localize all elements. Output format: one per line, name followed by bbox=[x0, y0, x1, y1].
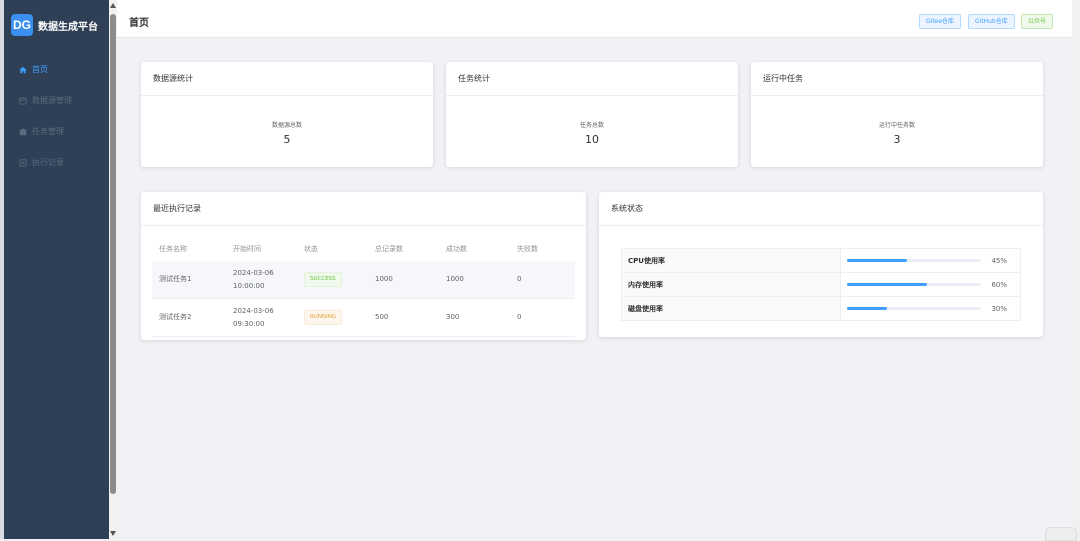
card-title: 运行中任务 bbox=[751, 62, 1043, 96]
metric-value: 45% bbox=[840, 248, 1021, 273]
header-bar: 首页 Gitee仓库 GitHub仓库 公众号 bbox=[117, 0, 1080, 38]
stat-label: 任务总数 bbox=[579, 122, 604, 129]
metric-row: 磁盘使用率 30% bbox=[621, 296, 1021, 321]
table-row[interactable]: 测试任务1 2024-03-06 10:00:00 SUCCESS 1000 10… bbox=[152, 261, 575, 299]
stat-value: 3 bbox=[893, 133, 901, 146]
fail-count: 0 bbox=[510, 298, 575, 337]
page-title: 首页 bbox=[129, 18, 149, 29]
metric-label: 内存使用率 bbox=[621, 272, 841, 297]
success-count: 1000 bbox=[439, 261, 510, 299]
stat-label: 运行中任务数 bbox=[878, 122, 915, 129]
task-name: 测试任务2 bbox=[152, 298, 226, 337]
metric-percent: 60% bbox=[991, 280, 1007, 289]
metric-value: 30% bbox=[840, 296, 1021, 321]
card-title: 系统状态 bbox=[599, 192, 1043, 226]
column-header: 任务名称 bbox=[159, 245, 187, 253]
task-name: 测试任务1 bbox=[152, 261, 226, 299]
sidebar-item-records[interactable]: 执行记录 bbox=[4, 147, 109, 178]
sidebar-item-tasks[interactable]: 任务管理 bbox=[4, 116, 109, 147]
start-date: 2024-03-06 bbox=[233, 306, 274, 315]
metric-percent: 45% bbox=[991, 256, 1007, 265]
system-status-card: 系统状态 CPU使用率 45% 内存使用率 60% 磁盘使用率 30% bbox=[599, 192, 1043, 337]
table-header-row: 任务名称 开始时间 状态 总记录数 成功数 失败数 bbox=[152, 237, 575, 261]
sidebar-menu: 首页 数据源管理 任务管理 执行记录 bbox=[4, 54, 109, 178]
metric-percent: 30% bbox=[991, 304, 1007, 313]
status-badge: RUNNING bbox=[304, 310, 343, 325]
database-icon bbox=[18, 96, 27, 105]
status-badge: SUCCESS bbox=[304, 272, 342, 287]
start-date: 2024-03-06 bbox=[233, 268, 274, 277]
scroll-up-icon[interactable] bbox=[110, 3, 116, 8]
progress-fill bbox=[847, 259, 908, 262]
page-scrollbar[interactable] bbox=[1072, 0, 1080, 539]
progress-bar bbox=[847, 307, 981, 310]
column-header: 开始时间 bbox=[233, 245, 261, 253]
start-time: 2024-03-06 09:30:00 bbox=[226, 298, 297, 337]
metric-label: CPU使用率 bbox=[621, 248, 841, 273]
github-link[interactable]: GitHub仓库 bbox=[968, 14, 1015, 29]
home-icon bbox=[18, 65, 27, 74]
stat-value: 5 bbox=[283, 133, 291, 146]
sidebar-item-label: 任务管理 bbox=[32, 127, 64, 136]
scrollbar-thumb[interactable] bbox=[110, 14, 116, 494]
gitee-link[interactable]: Gitee仓库 bbox=[919, 14, 962, 29]
stat-card-running: 运行中任务 运行中任务数 3 bbox=[751, 62, 1043, 167]
card-title: 数据源统计 bbox=[141, 62, 433, 96]
total-count: 500 bbox=[368, 298, 439, 337]
start-clock: 10:00:00 bbox=[233, 281, 265, 290]
stat-value: 10 bbox=[585, 133, 599, 146]
metric-label: 磁盘使用率 bbox=[621, 296, 841, 321]
brand-name: 数据生成平台 bbox=[38, 21, 98, 33]
sidebar-item-label: 执行记录 bbox=[32, 158, 64, 167]
wechat-link[interactable]: 公众号 bbox=[1021, 14, 1054, 29]
start-time: 2024-03-06 10:00:00 bbox=[226, 261, 297, 299]
column-header: 总记录数 bbox=[375, 245, 403, 253]
brand: DG 数据生成平台 bbox=[4, 0, 109, 50]
progress-fill bbox=[847, 307, 888, 310]
fail-count: 0 bbox=[510, 261, 575, 299]
success-count: 300 bbox=[439, 298, 510, 337]
column-header: 状态 bbox=[304, 245, 318, 253]
progress-bar bbox=[847, 259, 981, 262]
system-status-table: CPU使用率 45% 内存使用率 60% 磁盘使用率 30% bbox=[621, 248, 1021, 321]
status-cell: RUNNING bbox=[297, 298, 368, 337]
recent-runs-table: 任务名称 开始时间 状态 总记录数 成功数 失败数 测试任务1 2024-03-… bbox=[152, 237, 575, 337]
column-header: 成功数 bbox=[446, 245, 467, 253]
brand-logo: DG bbox=[11, 14, 33, 36]
stat-card-datasource: 数据源统计 数据源总数 5 bbox=[141, 62, 433, 167]
progress-bar bbox=[847, 283, 981, 286]
progress-fill bbox=[847, 283, 928, 286]
card-title: 任务统计 bbox=[446, 62, 738, 96]
start-clock: 09:30:00 bbox=[233, 319, 265, 328]
metric-value: 60% bbox=[840, 272, 1021, 297]
status-cell: SUCCESS bbox=[297, 261, 368, 299]
sidebar-item-home[interactable]: 首页 bbox=[4, 54, 109, 85]
sidebar-item-label: 首页 bbox=[32, 65, 48, 74]
task-icon bbox=[18, 127, 27, 136]
scroll-down-icon[interactable] bbox=[110, 531, 116, 536]
metric-row: CPU使用率 45% bbox=[621, 248, 1021, 273]
record-icon bbox=[18, 158, 27, 167]
sidebar: DG 数据生成平台 首页 数据源管理 任务管理 执行记录 bbox=[4, 0, 109, 539]
sidebar-scrollbar[interactable] bbox=[109, 0, 117, 539]
card-title: 最近执行记录 bbox=[141, 192, 586, 226]
stat-label: 数据源总数 bbox=[271, 122, 302, 129]
table-row[interactable]: 测试任务2 2024-03-06 09:30:00 RUNNING 500 300… bbox=[152, 298, 575, 337]
column-header: 失败数 bbox=[517, 245, 538, 253]
metric-row: 内存使用率 60% bbox=[621, 272, 1021, 297]
sidebar-item-datasource[interactable]: 数据源管理 bbox=[4, 85, 109, 116]
stat-card-tasks: 任务统计 任务总数 10 bbox=[446, 62, 738, 167]
recent-runs-card: 最近执行记录 任务名称 开始时间 状态 总记录数 成功数 失败数 测试任务1 2… bbox=[141, 192, 586, 340]
total-count: 1000 bbox=[368, 261, 439, 299]
sidebar-item-label: 数据源管理 bbox=[32, 96, 72, 105]
